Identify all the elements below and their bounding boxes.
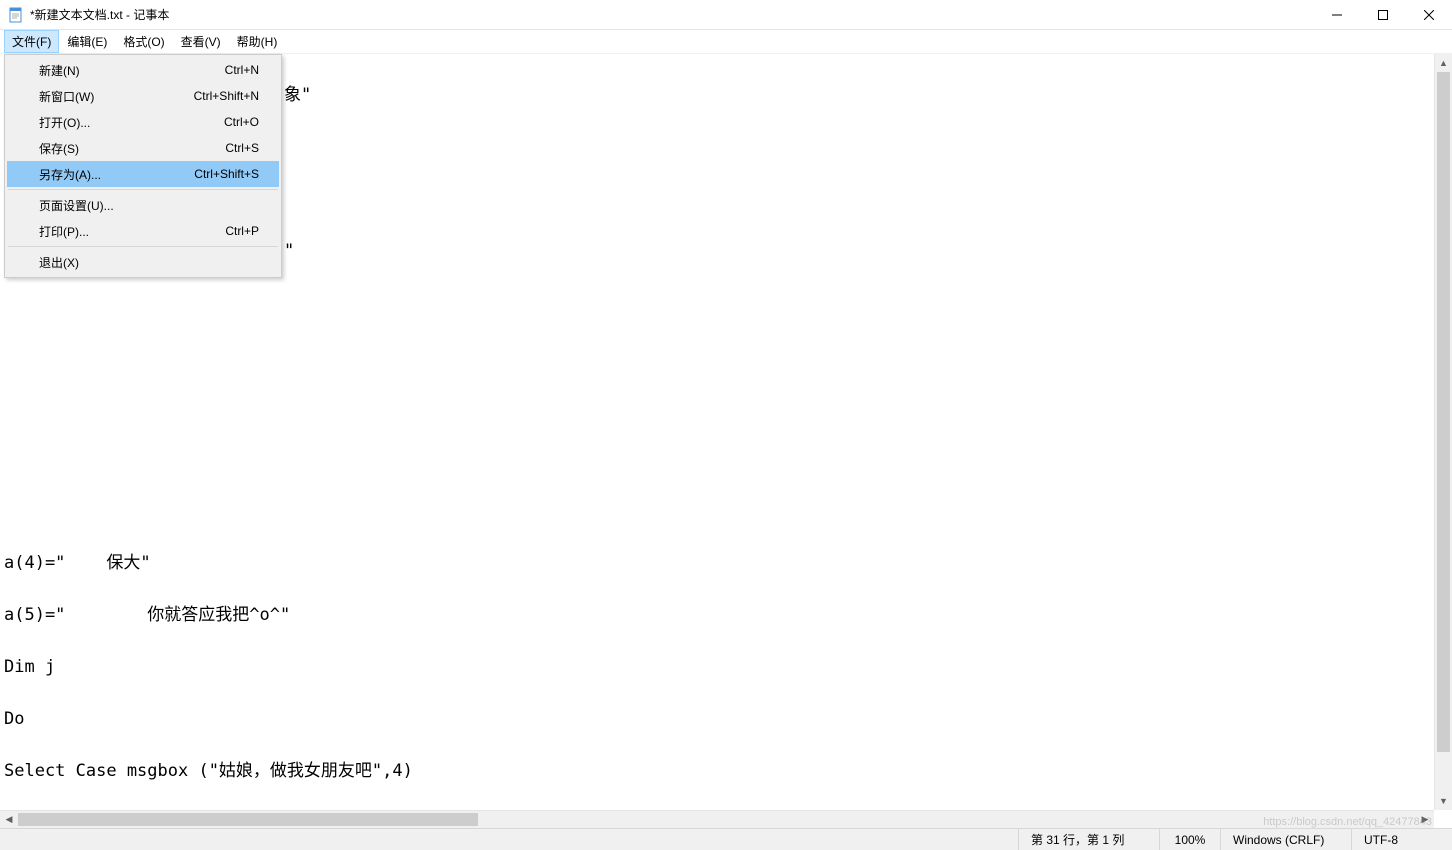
menu-label: 新建(N)	[39, 62, 80, 79]
window-controls	[1314, 0, 1452, 29]
menu-shortcut: Ctrl+O	[224, 115, 259, 129]
menu-exit[interactable]: 退出(X)	[7, 249, 279, 275]
text-line: Dim j	[4, 654, 1430, 680]
menu-label: 保存(S)	[39, 140, 79, 157]
close-button[interactable]	[1406, 0, 1452, 30]
scroll-left-button[interactable]: ◀	[0, 811, 18, 828]
notepad-icon	[8, 7, 24, 23]
menu-page-setup[interactable]: 页面设置(U)...	[7, 192, 279, 218]
vertical-scrollbar[interactable]: ▲ ▼	[1434, 54, 1452, 810]
menu-separator	[8, 246, 278, 247]
status-position: 第 31 行，第 1 列	[1019, 829, 1159, 850]
menu-help[interactable]: 帮助(H)	[229, 30, 286, 53]
menu-label: 打印(P)...	[39, 223, 89, 240]
scroll-thumb-horizontal[interactable]	[18, 813, 478, 826]
watermark: https://blog.csdn.net/qq_42477843	[1263, 816, 1432, 828]
menu-shortcut: Ctrl+N	[225, 63, 259, 77]
text-line	[4, 342, 1430, 368]
text-line	[4, 498, 1430, 524]
menu-label: 页面设置(U)...	[39, 197, 114, 214]
text-line	[4, 290, 1430, 316]
menu-shortcut: Ctrl+P	[225, 224, 259, 238]
menu-label: 退出(X)	[39, 254, 79, 271]
status-encoding: UTF-8	[1352, 829, 1452, 850]
menu-view[interactable]: 查看(V)	[173, 30, 229, 53]
menu-separator	[8, 189, 278, 190]
menu-label: 打开(O)...	[39, 114, 90, 131]
menu-label: 另存为(A)...	[39, 166, 101, 183]
text-line: Do	[4, 706, 1430, 732]
maximize-button[interactable]	[1360, 0, 1406, 30]
scroll-down-button[interactable]: ▼	[1435, 792, 1452, 810]
status-line-ending: Windows (CRLF)	[1221, 829, 1351, 850]
status-zoom: 100%	[1160, 829, 1220, 850]
statusbar: 第 31 行，第 1 列 100% Windows (CRLF) UTF-8	[0, 828, 1452, 850]
text-line: a(5)=" 你就答应我把^o^"	[4, 602, 1430, 628]
text-line: Select Case msgbox ("姑娘，做我女朋友吧",4)	[4, 758, 1430, 784]
text-line: a(4)=" 保大"	[4, 550, 1430, 576]
scroll-thumb-vertical[interactable]	[1437, 72, 1450, 752]
menu-print[interactable]: 打印(P)... Ctrl+P	[7, 218, 279, 244]
file-dropdown: 新建(N) Ctrl+N 新窗口(W) Ctrl+Shift+N 打开(O)... C…	[4, 54, 282, 278]
menu-shortcut: Ctrl+S	[225, 141, 259, 155]
menu-save[interactable]: 保存(S) Ctrl+S	[7, 135, 279, 161]
menu-edit[interactable]: 编辑(E)	[59, 30, 115, 53]
text-line	[4, 446, 1430, 472]
text-line	[4, 394, 1430, 420]
horizontal-scrollbar[interactable]: ◀ ▶	[0, 810, 1434, 828]
menu-new-window[interactable]: 新窗口(W) Ctrl+Shift+N	[7, 83, 279, 109]
scroll-up-button[interactable]: ▲	[1435, 54, 1452, 72]
menu-open[interactable]: 打开(O)... Ctrl+O	[7, 109, 279, 135]
window-title: *新建文本文档.txt - 记事本	[30, 6, 1314, 23]
menu-label: 新窗口(W)	[39, 88, 94, 105]
menubar: 文件(F) 编辑(E) 格式(O) 查看(V) 帮助(H)	[0, 30, 1452, 54]
menu-new[interactable]: 新建(N) Ctrl+N	[7, 57, 279, 83]
menu-save-as[interactable]: 另存为(A)... Ctrl+Shift+S	[7, 161, 279, 187]
minimize-button[interactable]	[1314, 0, 1360, 30]
menu-shortcut: Ctrl+Shift+N	[194, 89, 259, 103]
menu-format[interactable]: 格式(O)	[115, 30, 172, 53]
titlebar: *新建文本文档.txt - 记事本	[0, 0, 1452, 30]
menu-shortcut: Ctrl+Shift+S	[194, 167, 259, 181]
menu-file[interactable]: 文件(F)	[4, 30, 59, 53]
